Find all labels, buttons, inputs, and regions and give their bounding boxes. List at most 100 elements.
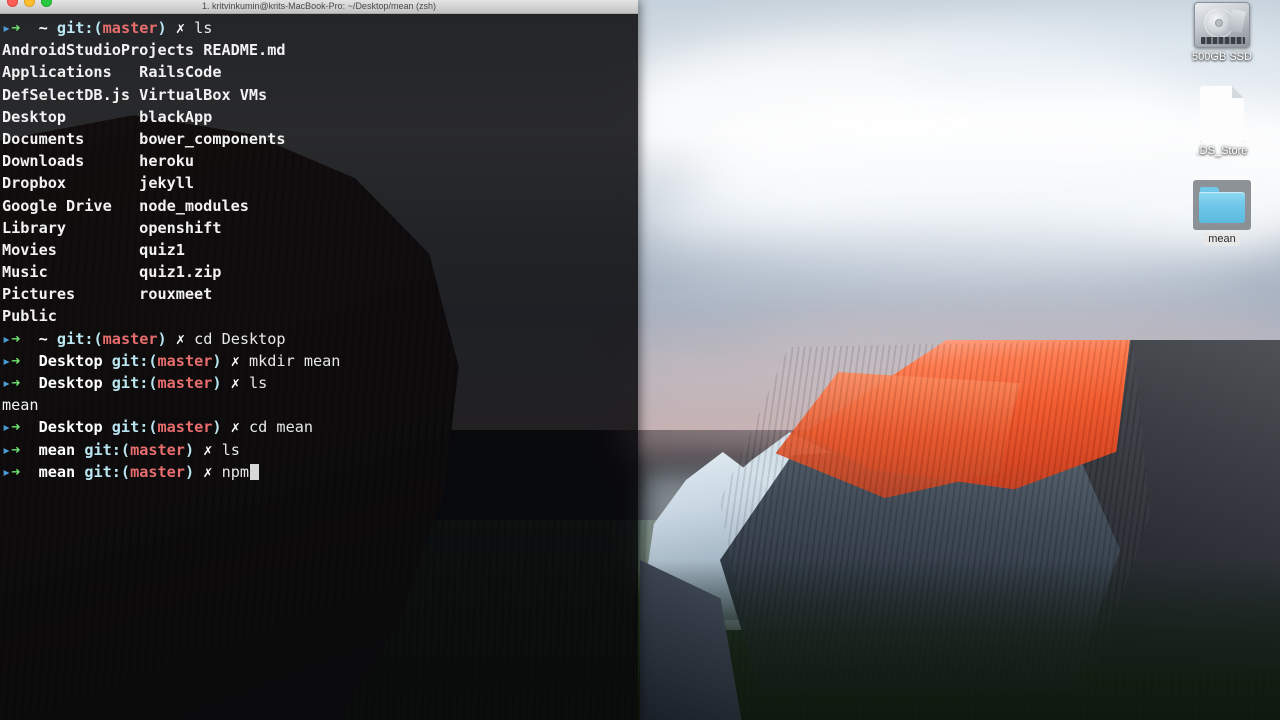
terminal-titlebar[interactable]: 1. kritvinkumin@krits-MacBook-Pro: ~/Des… <box>0 0 638 14</box>
page-fold-icon <box>1232 86 1244 98</box>
listing-entry: Pictures <box>2 285 76 304</box>
listing-entry: Documents <box>2 129 85 148</box>
prompt-branch: master <box>157 351 213 370</box>
desktop-icon-hard-drive[interactable]: 500GB SSD <box>1180 2 1264 64</box>
listing-entry: node_modules <box>139 196 249 215</box>
listing-entry: rouxmeet <box>139 285 213 304</box>
prompt-arrow-icon: ➜ <box>11 329 21 348</box>
hard-drive-ports <box>1201 37 1245 44</box>
listing-entry: README.md <box>203 41 286 60</box>
zoom-button[interactable] <box>41 0 52 7</box>
hard-drive-icon <box>1194 2 1250 48</box>
terminal-window[interactable]: 1. kritvinkumin@krits-MacBook-Pro: ~/Des… <box>0 0 638 720</box>
terminal-command: cd mean <box>239 418 314 437</box>
prompt-git-label: git: <box>111 418 149 437</box>
listing-entry: AndroidStudioProjects <box>2 41 195 60</box>
desktop-icon-mean-folder[interactable]: mean <box>1180 180 1264 246</box>
listing-entry: Desktop <box>2 107 67 126</box>
hard-drive-hub <box>1215 19 1223 27</box>
window-controls[interactable] <box>7 0 52 7</box>
terminal-output-row: Dropbox jekyll <box>2 172 638 194</box>
listing-entry: Library <box>2 218 67 237</box>
prompt-path: mean <box>38 462 76 481</box>
minimize-button[interactable] <box>24 0 35 7</box>
terminal-output-row: DefSelectDB.js VirtualBox VMs <box>2 84 638 106</box>
prompt-branch: master <box>130 440 185 459</box>
text-cursor <box>250 463 259 480</box>
prompt-dirty-mark: ✗ <box>230 351 240 370</box>
terminal-output-row: Pictures rouxmeet <box>2 283 638 305</box>
prompt-path: Desktop <box>38 418 103 437</box>
terminal-output-row: Documents bower_components <box>2 128 638 150</box>
terminal-output-row: mean <box>2 394 638 416</box>
terminal-prompt-line: ▸➜ ~ git:(master) ✗ cd Desktop <box>2 329 286 348</box>
terminal-prompt-line: ▸➜ Desktop git:(master) ✗ ls <box>2 374 268 392</box>
prompt-arrow-icon: ➜ <box>11 440 21 459</box>
prompt-git-label: git: <box>84 462 121 481</box>
prompt-git-label: git: <box>56 19 94 37</box>
prompt-arrow-icon: ▸ <box>2 19 12 37</box>
listing-entry: Dropbox <box>2 174 67 193</box>
folder-selection-highlight <box>1193 180 1251 230</box>
prompt-git-label: git: <box>111 351 149 370</box>
desktop-icon-label: .DS_Store <box>1196 145 1248 157</box>
prompt-arrow-icon: ▸ <box>2 418 12 437</box>
terminal-command: cd Desktop <box>185 329 286 348</box>
listing-entry: Google Drive <box>2 196 112 215</box>
prompt-branch: master <box>130 462 185 481</box>
prompt-path: ~ <box>38 19 48 37</box>
terminal-output-row: Movies quiz1 <box>2 239 638 261</box>
prompt-branch: master <box>102 19 158 37</box>
prompt-arrow-icon: ▸ <box>2 329 12 348</box>
prompt-path: Desktop <box>38 374 103 392</box>
terminal-title: 1. kritvinkumin@krits-MacBook-Pro: ~/Des… <box>202 0 436 11</box>
listing-entry: quiz1 <box>139 240 185 259</box>
listing-entry: DefSelectDB.js <box>2 85 131 104</box>
desktop-icon-ds-store[interactable]: .DS_Store <box>1180 86 1264 158</box>
terminal-output-row: Google Drive node_modules <box>2 195 638 217</box>
listing-entry: heroku <box>139 152 195 171</box>
prompt-branch: master <box>102 329 158 348</box>
terminal-prompt-line: ▸➜ Desktop git:(master) ✗ mkdir mean <box>2 351 341 370</box>
terminal-output-area[interactable]: ▸➜ ~ git:(master) ✗ ls AndroidStudioProje… <box>0 14 638 720</box>
prompt-arrow-icon: ▸ <box>2 462 12 481</box>
prompt-branch: master <box>157 374 213 392</box>
prompt-dirty-mark: ✗ <box>230 418 240 437</box>
terminal-command: ls <box>185 19 213 37</box>
document-icon <box>1200 86 1244 142</box>
terminal-command: ls <box>212 440 240 459</box>
prompt-dirty-mark: ✗ <box>175 329 185 348</box>
terminal-command: npm <box>212 462 249 481</box>
prompt-git-label: git: <box>56 329 94 348</box>
prompt-arrow-icon: ➜ <box>11 462 21 481</box>
desktop-icon-label: 500GB SSD <box>1192 51 1252 63</box>
listing-entry: Music <box>2 263 48 282</box>
prompt-arrow-icon: ➜ <box>11 351 21 370</box>
prompt-path: ~ <box>38 329 48 348</box>
hard-drive-arm <box>1227 8 1247 34</box>
listing-entry: mean <box>2 396 39 415</box>
terminal-output-row: Applications RailsCode <box>2 61 638 83</box>
terminal-output-row: AndroidStudioProjects README.md <box>2 39 638 61</box>
close-button[interactable] <box>7 0 18 7</box>
prompt-git-label: git: <box>111 374 149 392</box>
prompt-branch: master <box>157 418 213 437</box>
listing-entry: jekyll <box>139 174 195 193</box>
listing-entry: quiz1.zip <box>139 263 222 282</box>
prompt-dirty-mark: ✗ <box>175 19 185 37</box>
folder-body <box>1199 192 1245 223</box>
terminal-prompt-line: ▸➜ ~ git:(master) ✗ ls <box>2 19 213 37</box>
terminal-output-row: Library openshift <box>2 217 638 239</box>
terminal-command: ls <box>239 374 268 392</box>
terminal-output-row: Downloads heroku <box>2 150 638 172</box>
prompt-arrow-icon: ▸ <box>2 351 12 370</box>
listing-entry: Movies <box>2 240 57 259</box>
listing-entry: Applications <box>2 63 112 82</box>
listing-entry: Downloads <box>2 152 85 171</box>
listing-entry: RailsCode <box>139 63 222 82</box>
desktop-icon-label: mean <box>1204 233 1240 246</box>
prompt-git-label: git: <box>84 440 121 459</box>
terminal-output-row: Public <box>2 305 638 327</box>
listing-entry: VirtualBox VMs <box>139 85 268 104</box>
prompt-path: Desktop <box>38 351 103 370</box>
